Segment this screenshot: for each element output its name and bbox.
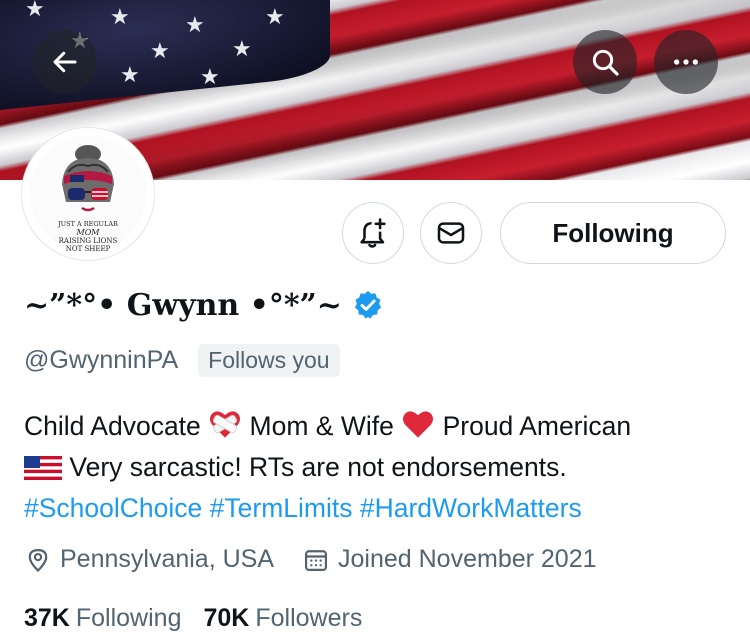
calendar-icon [304,549,328,571]
following-label: Following [75,604,182,632]
verified-badge-icon[interactable] [352,289,384,321]
svg-text:JUST A REGULAR: JUST A REGULAR [57,220,119,228]
handle-row: @GwynninPA Follows you [24,344,340,377]
following-count: 37K [24,604,70,632]
following-button[interactable]: Following [500,202,726,264]
bell-plus-icon [360,218,386,248]
user-handle: @GwynninPA [24,346,179,374]
follow-counts: 37K Following 70K Followers [24,604,384,633]
location-pin-icon [28,548,48,572]
hashtag-link[interactable]: #SchoolChoice [24,493,202,523]
followers-label: Followers [255,604,363,632]
search-icon [592,49,619,76]
svg-text:MOM: MOM [76,228,101,237]
hashtag-link[interactable]: #TermLimits [210,493,353,523]
svg-text:NOT SHEEP: NOT SHEEP [66,245,111,253]
search-button[interactable] [573,30,637,94]
location: Pennsylvania, USA [24,545,274,574]
followers-count-link[interactable]: 70K Followers [203,604,362,633]
joined-date: Joined November 2021 [302,545,597,574]
bio-line-1: Child Advocate Mom & Wife Proud American [24,411,632,441]
mending-heart-icon [210,411,241,438]
arrow-left-icon [53,51,77,73]
hashtag-link[interactable]: #HardWorkMatters [360,493,582,523]
bio-line-3: #SchoolChoice #TermLimits #HardWorkMatte… [24,488,734,529]
following-count-link[interactable]: 37K Following [24,604,181,633]
more-options-button[interactable] [654,30,718,94]
avatar[interactable]: JUST A REGULAR MOM RAISING LIONS NOT SHE… [22,128,154,260]
more-horizontal-icon [674,59,698,65]
notifications-button[interactable] [342,202,404,264]
envelope-icon [437,222,465,244]
profile-meta: Pennsylvania, USA Joined November 2021 [24,545,625,574]
bio-line-2: Very sarcastic! RTs are not endorsements… [24,447,734,488]
message-button[interactable] [420,202,482,264]
back-button[interactable] [33,30,97,94]
profile-bio: Child Advocate Mom & Wife Proud American… [24,406,734,529]
display-name-row: ~”*°• Gwynn •°*”~ [24,282,384,328]
avatar-image: JUST A REGULAR MOM RAISING LIONS NOT SHE… [57,145,119,253]
followers-count: 70K [203,604,250,632]
red-heart-icon [403,411,434,438]
display-name: ~”*°• Gwynn •°*”~ [24,287,342,323]
svg-text:RAISING LIONS: RAISING LIONS [59,237,118,245]
follows-you-badge: Follows you [198,344,340,377]
us-flag-icon [24,456,62,480]
